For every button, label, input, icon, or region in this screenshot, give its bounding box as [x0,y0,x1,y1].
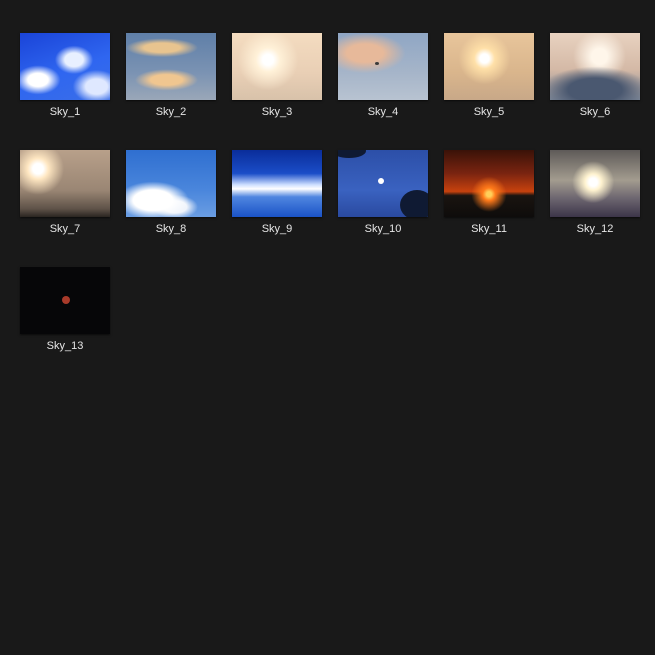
image-tile-sky-3[interactable]: Sky_3 [232,33,322,150]
image-caption: Sky_2 [155,106,187,118]
moon-icon [378,178,384,184]
desktop-background: { "gallery": { "items": [ {"label": "Sky… [0,0,655,655]
image-tile-sky-8[interactable]: Sky_8 [126,150,216,267]
image-caption: Sky_9 [261,223,293,235]
thumbnail-sky-9[interactable] [232,150,322,217]
thumbnail-sky-3[interactable] [232,33,322,100]
image-tile-sky-11[interactable]: Sky_11 [444,150,534,267]
thumbnail-sky-6[interactable] [550,33,640,100]
image-caption: Sky_11 [471,223,507,235]
image-tile-sky-10[interactable]: Sky_10 [338,150,428,267]
image-caption: Sky_13 [46,340,84,352]
image-caption: Sky_10 [364,223,402,235]
image-tile-sky-5[interactable]: Sky_5 [444,33,534,150]
image-tile-sky-12[interactable]: Sky_12 [550,150,640,267]
image-tile-sky-1[interactable]: Sky_1 [20,33,110,150]
image-caption: Sky_4 [367,106,399,118]
image-caption: Sky_7 [49,223,81,235]
image-caption: Sky_6 [579,106,611,118]
tree-silhouette [338,150,366,158]
red-moon-icon [62,296,70,304]
thumbnail-sky-10[interactable] [338,150,428,217]
thumbnail-sky-13[interactable] [20,267,110,334]
image-tile-sky-4[interactable]: Sky_4 [338,33,428,150]
thumbnail-sky-12[interactable] [550,150,640,217]
thumbnail-sky-4[interactable] [338,33,428,100]
image-tile-sky-9[interactable]: Sky_9 [232,150,322,267]
image-caption: Sky_5 [473,106,505,118]
thumbnail-sky-11[interactable] [444,150,534,217]
bird-icon [375,62,379,65]
thumbnail-sky-5[interactable] [444,33,534,100]
image-gallery: Sky_1 Sky_2 Sky_3 Sky_4 Sky_5 Sky_6 Sky_… [20,33,640,384]
thumbnail-sky-8[interactable] [126,150,216,217]
thumbnail-sky-2[interactable] [126,33,216,100]
image-tile-sky-2[interactable]: Sky_2 [126,33,216,150]
thumbnail-sky-1[interactable] [20,33,110,100]
image-tile-sky-13[interactable]: Sky_13 [20,267,110,384]
image-tile-sky-7[interactable]: Sky_7 [20,150,110,267]
image-caption: Sky_12 [576,223,614,235]
image-tile-sky-6[interactable]: Sky_6 [550,33,640,150]
image-caption: Sky_8 [155,223,187,235]
thumbnail-sky-7[interactable] [20,150,110,217]
tree-silhouette [400,190,428,217]
image-caption: Sky_1 [49,106,81,118]
image-caption: Sky_3 [261,106,293,118]
